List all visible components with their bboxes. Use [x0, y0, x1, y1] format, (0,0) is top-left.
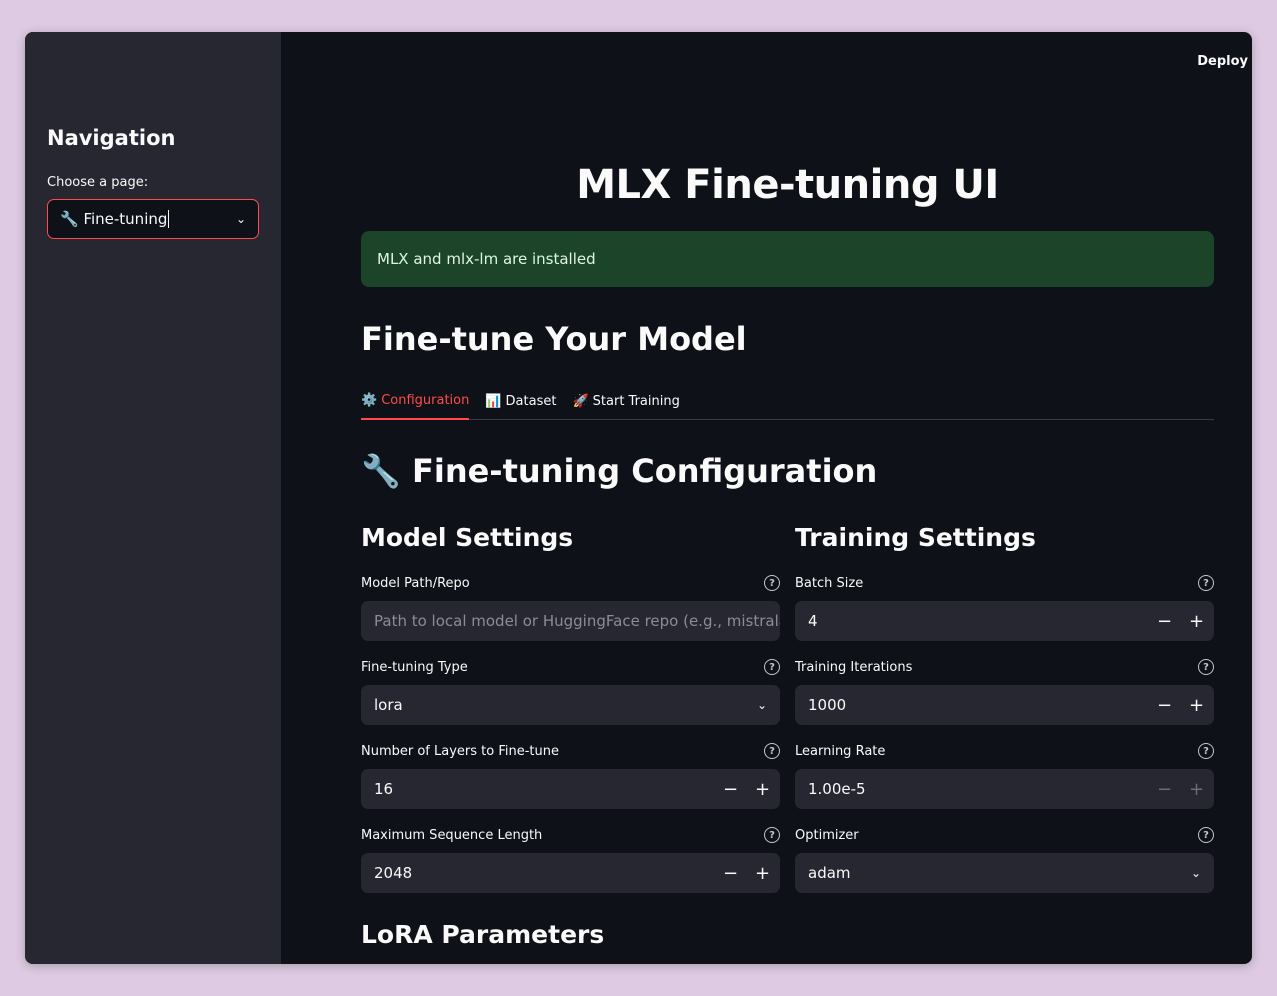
minus-icon[interactable]: − — [723, 863, 738, 884]
max-seq-stepper: − + — [723, 863, 770, 884]
iterations-label: Training Iterations — [795, 659, 913, 675]
tab-label: Configuration — [381, 392, 470, 408]
app-window: Navigation Choose a page: 🔧 Fine-tuning … — [25, 32, 1252, 964]
max-seq-label: Maximum Sequence Length — [361, 827, 543, 843]
help-icon[interactable]: ? — [1198, 743, 1214, 759]
plus-icon[interactable]: + — [755, 779, 770, 800]
tab-dataset[interactable]: 📊 Dataset — [485, 382, 556, 420]
minus-icon[interactable]: − — [1157, 611, 1172, 632]
tab-start-training[interactable]: 🚀 Start Training — [572, 382, 679, 420]
optimizer-value: adam — [808, 864, 851, 882]
optimizer-select[interactable]: adam ⌄ — [795, 853, 1214, 893]
training-settings-title: Training Settings — [795, 523, 1036, 552]
num-layers-label: Number of Layers to Fine-tune — [361, 743, 559, 759]
learning-rate-input[interactable]: 1.00e-5 − + — [795, 769, 1214, 809]
help-icon[interactable]: ? — [1198, 575, 1214, 591]
help-icon[interactable]: ? — [764, 743, 780, 759]
page-select-value: 🔧 Fine-tuning — [60, 210, 168, 228]
plus-icon[interactable]: + — [755, 863, 770, 884]
chevron-down-icon: ⌄ — [756, 698, 767, 712]
text-cursor — [168, 210, 170, 228]
page-select-label: Choose a page: — [47, 175, 149, 190]
status-alert: MLX and mlx-lm are installed — [361, 231, 1214, 287]
page-title: MLX Fine-tuning UI — [576, 162, 999, 208]
batch-size-label: Batch Size — [795, 575, 864, 591]
help-icon[interactable]: ? — [764, 827, 780, 843]
iterations-stepper: − + — [1157, 695, 1204, 716]
batch-size-input[interactable]: 4 − + — [795, 601, 1214, 641]
model-path-label: Model Path/Repo — [361, 575, 470, 591]
model-path-input[interactable]: Path to local model or HuggingFace repo … — [361, 601, 780, 641]
status-text: MLX and mlx-lm are installed — [377, 250, 596, 268]
gear-icon: ⚙️ — [361, 392, 378, 408]
minus-icon[interactable]: − — [1157, 695, 1172, 716]
optimizer-label-row: Optimizer ? — [795, 827, 1214, 843]
learning-rate-label: Learning Rate — [795, 743, 886, 759]
num-layers-value: 16 — [374, 780, 394, 798]
section-title: Fine-tune Your Model — [361, 320, 747, 358]
rocket-icon: 🚀 — [572, 393, 589, 409]
main-content: MLX Fine-tuning UI MLX and mlx-lm are in… — [361, 32, 1214, 964]
learning-rate-value: 1.00e-5 — [808, 780, 866, 798]
minus-icon[interactable]: − — [1157, 779, 1172, 800]
iterations-label-row: Training Iterations ? — [795, 659, 1214, 675]
max-seq-input[interactable]: 2048 − + — [361, 853, 780, 893]
finetune-type-select[interactable]: lora ⌄ — [361, 685, 780, 725]
finetune-type-label: Fine-tuning Type — [361, 659, 468, 675]
minus-icon[interactable]: − — [723, 779, 738, 800]
page-select[interactable]: 🔧 Fine-tuning ⌄ — [47, 199, 259, 239]
num-layers-label-row: Number of Layers to Fine-tune ? — [361, 743, 780, 759]
num-layers-input[interactable]: 16 − + — [361, 769, 780, 809]
help-icon[interactable]: ? — [764, 575, 780, 591]
bar-chart-icon: 📊 — [485, 393, 502, 409]
plus-icon[interactable]: + — [1189, 695, 1204, 716]
config-title: 🔧 Fine-tuning Configuration — [361, 452, 878, 490]
lora-title: LoRA Parameters — [361, 920, 605, 949]
tab-configuration[interactable]: ⚙️ Configuration — [361, 382, 470, 420]
tab-label: Start Training — [592, 393, 680, 409]
iterations-value: 1000 — [808, 696, 847, 714]
chevron-down-icon: ⌄ — [1190, 866, 1201, 880]
batch-size-label-row: Batch Size ? — [795, 575, 1214, 591]
max-seq-value: 2048 — [374, 864, 413, 882]
learning-rate-label-row: Learning Rate ? — [795, 743, 1214, 759]
model-path-label-row: Model Path/Repo ? — [361, 575, 780, 591]
tab-bar: ⚙️ Configuration 📊 Dataset 🚀 Start Train… — [361, 382, 1214, 420]
finetune-type-value: lora — [374, 696, 403, 714]
chevron-down-icon: ⌄ — [235, 212, 246, 226]
plus-icon[interactable]: + — [1189, 779, 1204, 800]
optimizer-label: Optimizer — [795, 827, 859, 843]
sidebar-title: Navigation — [47, 126, 176, 150]
batch-size-value: 4 — [808, 612, 818, 630]
plus-icon[interactable]: + — [1189, 611, 1204, 632]
help-icon[interactable]: ? — [1198, 827, 1214, 843]
num-layers-stepper: − + — [723, 779, 770, 800]
learning-rate-stepper: − + — [1157, 779, 1204, 800]
model-path-placeholder: Path to local model or HuggingFace repo … — [374, 612, 780, 630]
help-icon[interactable]: ? — [1198, 659, 1214, 675]
help-icon[interactable]: ? — [764, 659, 780, 675]
finetune-type-label-row: Fine-tuning Type ? — [361, 659, 780, 675]
iterations-input[interactable]: 1000 − + — [795, 685, 1214, 725]
tab-label: Dataset — [505, 393, 557, 409]
batch-size-stepper: − + — [1157, 611, 1204, 632]
model-settings-title: Model Settings — [361, 523, 574, 552]
max-seq-label-row: Maximum Sequence Length ? — [361, 827, 780, 843]
sidebar: Navigation Choose a page: 🔧 Fine-tuning … — [25, 32, 281, 964]
